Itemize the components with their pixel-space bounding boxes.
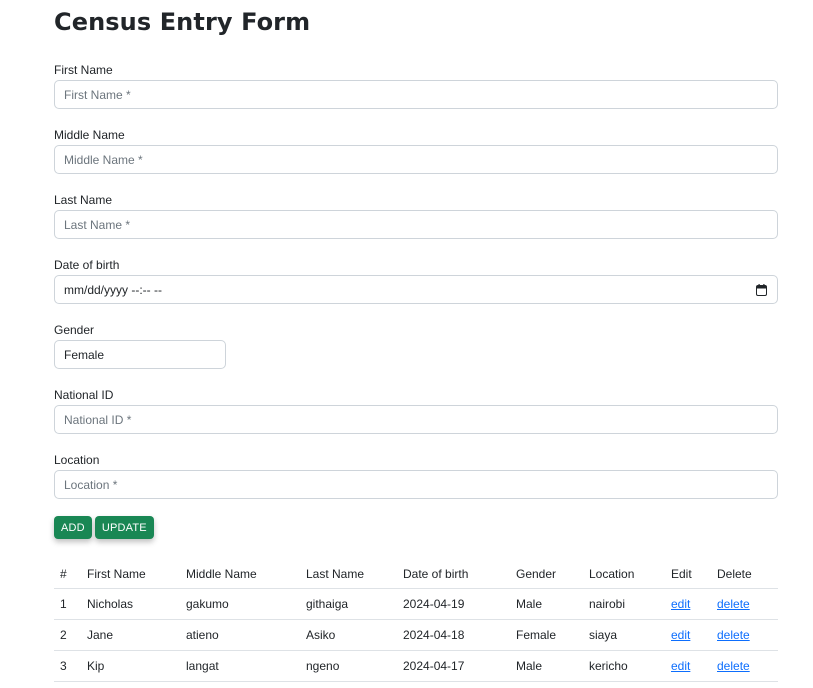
first-name-group: First Name First Name * (54, 63, 778, 109)
cell-location: nairobi (583, 588, 665, 620)
cell-middle-name: gakumo (180, 588, 300, 620)
cell-delete: delete (711, 650, 778, 682)
col-header: # (54, 560, 81, 589)
dob-input[interactable]: mm/dd/yyyy --:-- -- (54, 275, 778, 304)
delete-link[interactable]: delete (717, 628, 750, 642)
add-button[interactable]: ADD (54, 516, 92, 539)
form-actions: ADD UPDATE (54, 516, 154, 539)
gender-select[interactable]: Female (54, 340, 226, 369)
col-header: Edit (665, 560, 711, 589)
cell-last-name: githaiga (300, 588, 397, 620)
cell-middle-name: atieno (180, 619, 300, 651)
cell-edit: edit (665, 650, 711, 682)
census-table: # First Name Middle Name Last Name Date … (54, 560, 778, 682)
col-header: Middle Name (180, 560, 300, 589)
cell-last-name: ngeno (300, 650, 397, 682)
calendar-icon[interactable] (756, 284, 767, 296)
col-header: First Name (81, 560, 180, 589)
first-name-input[interactable]: First Name * (54, 80, 778, 109)
edit-link[interactable]: edit (671, 597, 690, 611)
cell-delete: delete (711, 588, 778, 620)
middle-name-label: Middle Name (54, 128, 125, 142)
cell-gender: Male (510, 588, 583, 620)
gender-label: Gender (54, 323, 95, 337)
cell-dob: 2024-04-19 (397, 588, 510, 620)
location-group: Location Location * (54, 453, 778, 499)
col-header: Gender (510, 560, 583, 589)
national-id-group: National ID National ID * (54, 388, 778, 434)
location-input[interactable]: Location * (54, 470, 778, 499)
cell-first-name: Kip (81, 650, 180, 682)
col-header: Date of birth (397, 560, 510, 589)
cell-index: 3 (54, 650, 81, 682)
cell-first-name: Jane (81, 619, 180, 651)
gender-group: Gender Female (54, 323, 778, 369)
cell-index: 1 (54, 588, 81, 620)
col-header: Location (583, 560, 665, 589)
cell-location: siaya (583, 619, 665, 651)
cell-dob: 2024-04-17 (397, 650, 510, 682)
table-header-row: # First Name Middle Name Last Name Date … (54, 560, 778, 589)
table-row: 3 Kip langat ngeno 2024-04-17 Male keric… (54, 650, 778, 682)
cell-gender: Female (510, 619, 583, 651)
col-header: Delete (711, 560, 778, 589)
cell-dob: 2024-04-18 (397, 619, 510, 651)
delete-link[interactable]: delete (717, 597, 750, 611)
dob-placeholder: mm/dd/yyyy --:-- -- (64, 282, 162, 297)
middle-name-input[interactable]: Middle Name * (54, 145, 778, 174)
table-row: 2 Jane atieno Asiko 2024-04-18 Female si… (54, 619, 778, 651)
middle-name-group: Middle Name Middle Name * (54, 128, 778, 174)
edit-link[interactable]: edit (671, 628, 690, 642)
cell-gender: Male (510, 650, 583, 682)
cell-first-name: Nicholas (81, 588, 180, 620)
cell-delete: delete (711, 619, 778, 651)
table-row: 1 Nicholas gakumo githaiga 2024-04-19 Ma… (54, 588, 778, 620)
dob-label: Date of birth (54, 258, 120, 272)
col-header: Last Name (300, 560, 397, 589)
page-title: Census Entry Form (54, 8, 311, 36)
cell-edit: edit (665, 619, 711, 651)
last-name-group: Last Name Last Name * (54, 193, 778, 239)
edit-link[interactable]: edit (671, 659, 690, 673)
update-button[interactable]: UPDATE (94, 516, 154, 539)
location-label: Location (54, 453, 100, 467)
first-name-label: First Name (54, 63, 113, 77)
delete-link[interactable]: delete (717, 659, 750, 673)
cell-location: kericho (583, 650, 665, 682)
last-name-label: Last Name (54, 193, 113, 207)
cell-index: 2 (54, 619, 81, 651)
cell-edit: edit (665, 588, 711, 620)
cell-last-name: Asiko (300, 619, 397, 651)
national-id-label: National ID (54, 388, 114, 402)
dob-group: Date of birth mm/dd/yyyy --:-- -- (54, 258, 778, 304)
cell-middle-name: langat (180, 650, 300, 682)
national-id-input[interactable]: National ID * (54, 405, 778, 434)
last-name-input[interactable]: Last Name * (54, 210, 778, 239)
